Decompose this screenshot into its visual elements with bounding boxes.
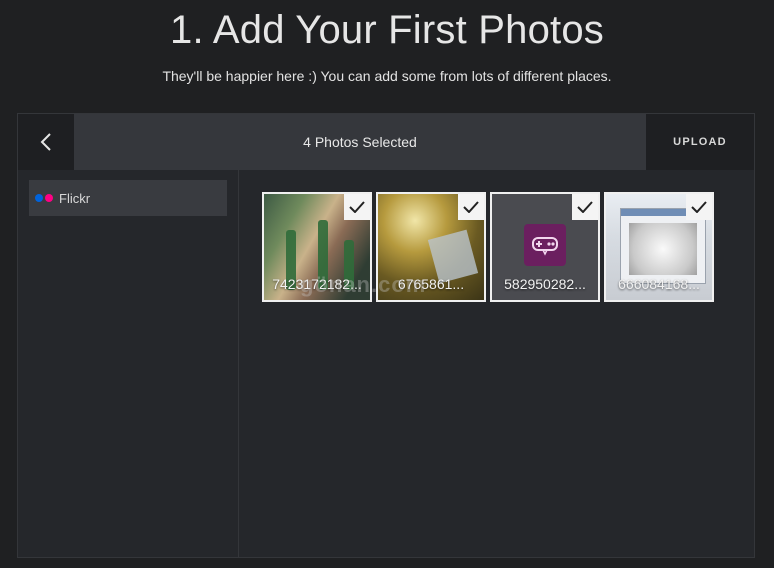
- selected-count: 4 Photos Selected: [303, 134, 417, 150]
- chevron-left-icon: [40, 133, 51, 151]
- checkmark-icon[interactable]: [458, 194, 484, 220]
- photo-caption: 666084168...: [618, 276, 700, 292]
- flickr-icon: [35, 194, 53, 202]
- gamepad-icon: [524, 224, 566, 266]
- watermark: gönan.com: [300, 272, 427, 297]
- source-sidebar: Flickr: [18, 170, 239, 557]
- photo-picker: 4 Photos Selected UPLOAD Flickr 74231721…: [17, 113, 755, 558]
- source-label: Flickr: [59, 190, 91, 206]
- page-subtitle: They'll be happier here :) You can add s…: [162, 68, 612, 84]
- photo-thumbnail[interactable]: 582950282...: [490, 192, 600, 302]
- page-title: 1. Add Your First Photos: [170, 8, 604, 52]
- checkmark-icon[interactable]: [344, 194, 370, 220]
- upload-button[interactable]: UPLOAD: [646, 114, 754, 170]
- source-item-flickr[interactable]: Flickr: [29, 180, 227, 216]
- back-button[interactable]: [18, 114, 74, 170]
- checkmark-icon[interactable]: [686, 194, 712, 220]
- photo-thumbnail[interactable]: 666084168...: [604, 192, 714, 302]
- checkmark-icon[interactable]: [572, 194, 598, 220]
- picker-toolbar: 4 Photos Selected UPLOAD: [18, 114, 754, 170]
- photo-caption: 582950282...: [504, 276, 586, 292]
